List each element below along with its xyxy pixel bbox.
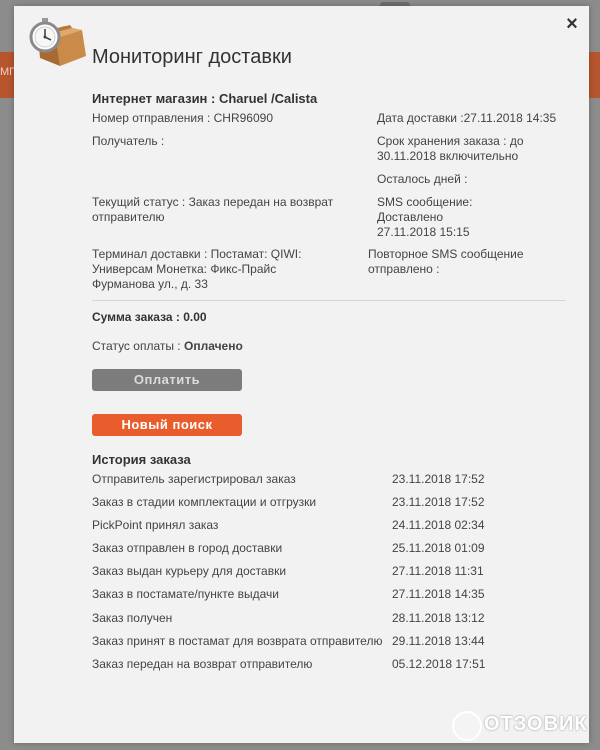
payment-status-value: Оплачено [183,339,243,353]
divider [92,300,566,301]
current-status: Текущий статус : Заказ передан на возвра… [92,195,334,224]
payment-status-label: Статус оплаты : [92,339,181,353]
tracking-number: Номер отправления : CHR96090 [92,111,273,125]
delivery-date: Дата доставки :27.11.2018 14:35 [377,111,557,125]
history-date: 05.12.2018 17:51 [392,657,486,671]
otzovik-watermark: ОТЗОВИК [452,708,592,742]
history-event: Заказ отправлен в город доставки [92,541,283,555]
history-row: Заказ выдан курьеру для доставки 27.11.2… [92,564,572,580]
history-date: 23.11.2018 17:52 [392,472,485,486]
history-date: 27.11.2018 11:31 [392,564,484,578]
history-event: Заказ принят в постамат для возврата отп… [92,634,383,648]
history-date: 29.11.2018 13:44 [392,634,485,648]
history-event: Заказ получен [92,611,173,625]
watermark-text: ОТЗОВИК [484,713,588,735]
history-row: PickPoint принял заказ 24.11.2018 02:34 [92,518,572,534]
history-row: Заказ в стадии комплектации и отгрузки 2… [92,495,572,511]
history-row: Заказ принят в постамат для возврата отп… [92,634,572,650]
history-date: 23.11.2018 17:52 [392,495,485,509]
history-row: Заказ отправлен в город доставки 25.11.2… [92,541,572,557]
repeat-sms-status: Повторное SMS сообщение отправлено : [368,247,524,276]
modal-title: Мониторинг доставки [92,46,292,68]
history-date: 25.11.2018 01:09 [392,541,485,555]
pay-button[interactable]: Оплатить [92,369,242,391]
payment-status: Статус оплаты : Оплачено [92,339,243,354]
history-date: 27.11.2018 14:35 [392,587,485,601]
history-event: Заказ в постамате/пункте выдачи [92,587,280,601]
order-sum: Сумма заказа : 0.00 [92,310,207,324]
history-row: Заказ передан на возврат отправителю 05.… [92,657,572,673]
delivery-monitoring-modal: × Мониторинг доставки Интернет магазин :… [14,6,589,743]
sms-status: SMS сообщение: Доставлено 27.11.2018 15:… [377,195,473,239]
close-icon[interactable]: × [561,13,583,35]
history-event: PickPoint принял заказ [92,518,219,532]
new-search-button[interactable]: Новый поиск [92,414,242,436]
stopwatch-package-icon [29,18,86,66]
delivery-terminal: Терминал доставки : Постамат: QIWI: Унив… [92,247,302,291]
history-row: Отправитель зарегистрировал заказ 23.11.… [92,472,572,488]
history-event: Заказ в стадии комплектации и отгрузки [92,495,317,509]
history-title: История заказа [92,452,191,467]
history-event: Заказ передан на возврат отправителю [92,657,313,671]
history-row: Заказ получен 28.11.2018 13:12 [92,611,572,627]
history-date: 28.11.2018 13:12 [392,611,485,625]
days-left: Осталось дней : [377,172,468,186]
history-event: Отправитель зарегистрировал заказ [92,472,296,486]
otzovik-logo-icon [452,711,482,741]
history-row: Заказ в постамате/пункте выдачи 27.11.20… [92,587,572,603]
storage-period: Срок хранения заказа : до 30.11.2018 вкл… [377,134,524,163]
history-event: Заказ выдан курьеру для доставки [92,564,287,578]
recipient: Получатель : [92,134,165,148]
shop-name: Интернет магазин : Charuel /Calista [92,91,318,106]
history-date: 24.11.2018 02:34 [392,518,485,532]
background-bar-text: МГ [0,66,16,78]
